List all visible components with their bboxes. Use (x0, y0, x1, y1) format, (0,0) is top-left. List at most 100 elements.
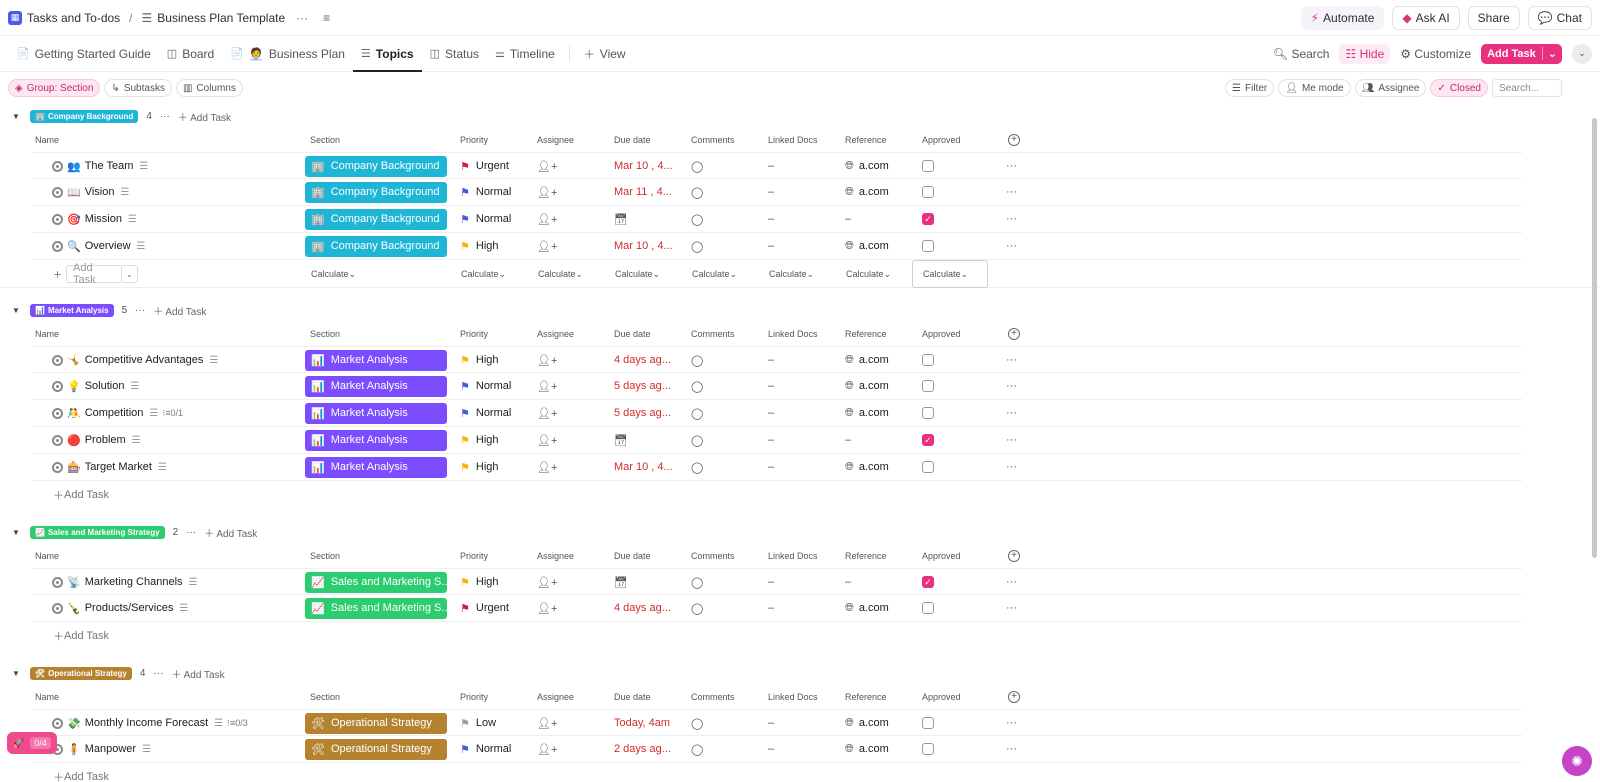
calculate-button[interactable]: Calculate ⌄ (311, 260, 356, 288)
column-header-reference[interactable]: Reference (845, 692, 887, 702)
calculate-button[interactable]: Calculate ⌄ (692, 260, 737, 288)
calendar-icon[interactable]: 📅︎ (614, 576, 628, 589)
calculate-button[interactable]: Calculate ⌄ (615, 260, 660, 288)
menu-icon[interactable]: ≡ (323, 11, 330, 25)
inline-add-task-row[interactable]: ＋ Add Task (32, 481, 1600, 508)
task-name[interactable]: Monthly Income Forecast (85, 717, 209, 729)
row-more-button[interactable]: ··· (1006, 373, 1017, 399)
task-name[interactable]: Overview (85, 240, 131, 252)
task-row[interactable]: 💸 Monthly Income Forecast ☰ ⁝≡0/3 🛠 Operation… (32, 709, 1522, 736)
due-date-cell[interactable]: Mar 11 , 4... (614, 179, 672, 205)
task-name-cell[interactable]: 👥 The Team ☰ (52, 153, 148, 179)
task-name-cell[interactable]: 💸 Monthly Income Forecast ☰ ⁝≡0/3 (52, 710, 248, 736)
task-name[interactable]: Competition (85, 407, 144, 419)
group-more-icon[interactable]: ··· (153, 668, 163, 679)
due-date-cell[interactable]: 5 days ag... (614, 400, 671, 426)
comments-cell[interactable]: ◯ (691, 427, 703, 453)
collapse-caret-icon[interactable]: ▼ (12, 528, 22, 537)
comments-cell[interactable]: ◯ (691, 710, 703, 736)
approved-checkbox[interactable] (922, 240, 934, 252)
task-name[interactable]: Solution (85, 380, 125, 392)
group-more-icon[interactable]: ··· (186, 527, 196, 538)
group-add-task-button[interactable]: ＋ Add Task (153, 303, 206, 318)
approved-checkbox[interactable]: ✓ (922, 213, 934, 225)
approved-cell[interactable]: ✓ (922, 569, 934, 595)
task-row[interactable]: 🔴 Problem ☰ 📊 Market Analysis ⚑ High 👤︎+ 📅︎ ◯ – – ✓ ·… (32, 427, 1522, 454)
task-row[interactable]: 🧍 Manpower ☰ 🛠 Operational Strategy ⚑ Normal 👤︎… (32, 736, 1522, 763)
comments-cell[interactable]: ◯ (691, 400, 703, 426)
reference-cell[interactable]: 🌐︎ a.com (845, 454, 889, 480)
task-name-cell[interactable]: 📖 Vision ☰ (52, 179, 129, 205)
column-header-due[interactable]: Due date (614, 329, 651, 339)
section-cell[interactable]: 📈 Sales and Marketing S... (305, 595, 447, 621)
calculate-button[interactable]: Calculate ⌄ (846, 260, 891, 288)
more-icon[interactable]: ··· (296, 11, 308, 25)
assignee-cell[interactable]: 👤︎+ (537, 179, 557, 205)
priority-cell[interactable]: ⚑ Low (460, 710, 496, 736)
tab-topics[interactable]: ☰ Topics (352, 36, 422, 72)
row-more-button[interactable]: ··· (1006, 153, 1017, 179)
linked-docs-cell[interactable]: – (768, 595, 774, 621)
tab-timeline[interactable]: ⚌ Timeline (487, 36, 563, 71)
due-date-cell[interactable]: 2 days ag... (614, 736, 671, 762)
assignee-button[interactable]: 👥︎ Assignee (1354, 79, 1427, 97)
column-header-comments[interactable]: Comments (691, 329, 735, 339)
comments-cell[interactable]: ◯ (691, 736, 703, 762)
task-row[interactable]: 🤸 Competitive Advantages ☰ 📊 Market Analysis… (32, 346, 1522, 373)
reference-cell[interactable]: 🌐︎ a.com (845, 233, 889, 259)
column-header-linked-docs[interactable]: Linked Docs (768, 551, 818, 561)
linked-docs-cell[interactable]: – (768, 427, 774, 453)
approved-cell[interactable] (922, 347, 934, 373)
reference-cell[interactable]: 🌐︎ a.com (845, 736, 889, 762)
reference-cell[interactable]: – (845, 569, 851, 595)
tab-getting-started-guide[interactable]: 📄 Getting Started Guide (8, 36, 159, 71)
section-cell[interactable]: 🏢 Company Background (305, 153, 447, 179)
priority-cell[interactable]: ⚑ Normal (460, 179, 511, 205)
add-assignee-icon[interactable]: 👤︎+ (537, 407, 557, 420)
reference-link[interactable]: a.com (859, 240, 889, 252)
column-header-approved[interactable]: Approved (922, 135, 961, 145)
add-assignee-icon[interactable]: 👤︎+ (537, 743, 557, 756)
section-cell[interactable]: 🏢 Company Background (305, 179, 447, 205)
assignee-cell[interactable]: 👤︎+ (537, 595, 557, 621)
section-cell[interactable]: 🏢 Company Background (305, 206, 447, 232)
add-assignee-icon[interactable]: 👤︎+ (537, 602, 557, 615)
reference-cell[interactable]: 🌐︎ a.com (845, 400, 889, 426)
assignee-cell[interactable]: 👤︎+ (537, 233, 557, 259)
approved-cell[interactable] (922, 373, 934, 399)
task-row[interactable]: 👥 The Team ☰ 🏢 Company Background ⚑ Urgent 👤︎+ M… (32, 152, 1522, 179)
approved-checkbox[interactable] (922, 160, 934, 172)
section-cell[interactable]: 📊 Market Analysis (305, 373, 447, 399)
approved-checkbox[interactable] (922, 380, 934, 392)
task-name[interactable]: Competitive Advantages (85, 354, 204, 366)
task-name-cell[interactable]: 🍾 Products/Services ☰ (52, 595, 188, 621)
task-row[interactable]: 📖 Vision ☰ 🏢 Company Background ⚑ Normal 👤︎+ Mar… (32, 179, 1522, 206)
due-date-cell[interactable]: 📅︎ (614, 427, 628, 453)
section-badge[interactable]: 📊 Market Analysis (305, 375, 447, 397)
approved-checkbox[interactable]: ✓ (922, 434, 934, 446)
row-more-button[interactable]: ··· (1006, 569, 1017, 595)
priority-cell[interactable]: ⚑ High (460, 427, 499, 453)
section-badge[interactable]: 🏢 Company Background (305, 155, 447, 177)
calculate-button-approved[interactable]: Calculate ⌄ (912, 260, 988, 288)
due-date-cell[interactable]: 4 days ag... (614, 347, 671, 373)
group-badge[interactable]: 🛠 Operational Strategy (30, 666, 132, 680)
linked-docs-cell[interactable]: – (768, 206, 774, 232)
linked-docs-cell[interactable]: – (768, 179, 774, 205)
subtask-count[interactable]: ⁝≡0/1 (162, 408, 183, 419)
linked-docs-cell[interactable]: – (768, 347, 774, 373)
inline-add-task[interactable]: ＋ Add Task (53, 622, 109, 649)
status-circle-icon[interactable] (52, 354, 63, 366)
column-header-priority[interactable]: Priority (460, 551, 488, 561)
comments-cell[interactable]: ◯ (691, 569, 703, 595)
comments-cell[interactable]: ◯ (691, 595, 703, 621)
automate-button[interactable]: ⚡ Automate (1300, 5, 1385, 30)
add-column-button[interactable]: + (1008, 550, 1020, 562)
priority-cell[interactable]: ⚑ Urgent (460, 153, 509, 179)
due-date-cell[interactable]: 📅︎ (614, 569, 628, 595)
share-button[interactable]: Share (1467, 5, 1520, 30)
priority-cell[interactable]: ⚑ Normal (460, 736, 511, 762)
hide-button[interactable]: ☷ Hide (1339, 43, 1391, 64)
chevron-down-icon[interactable]: ⌄ (1541, 47, 1562, 60)
section-cell[interactable]: 📊 Market Analysis (305, 454, 447, 480)
